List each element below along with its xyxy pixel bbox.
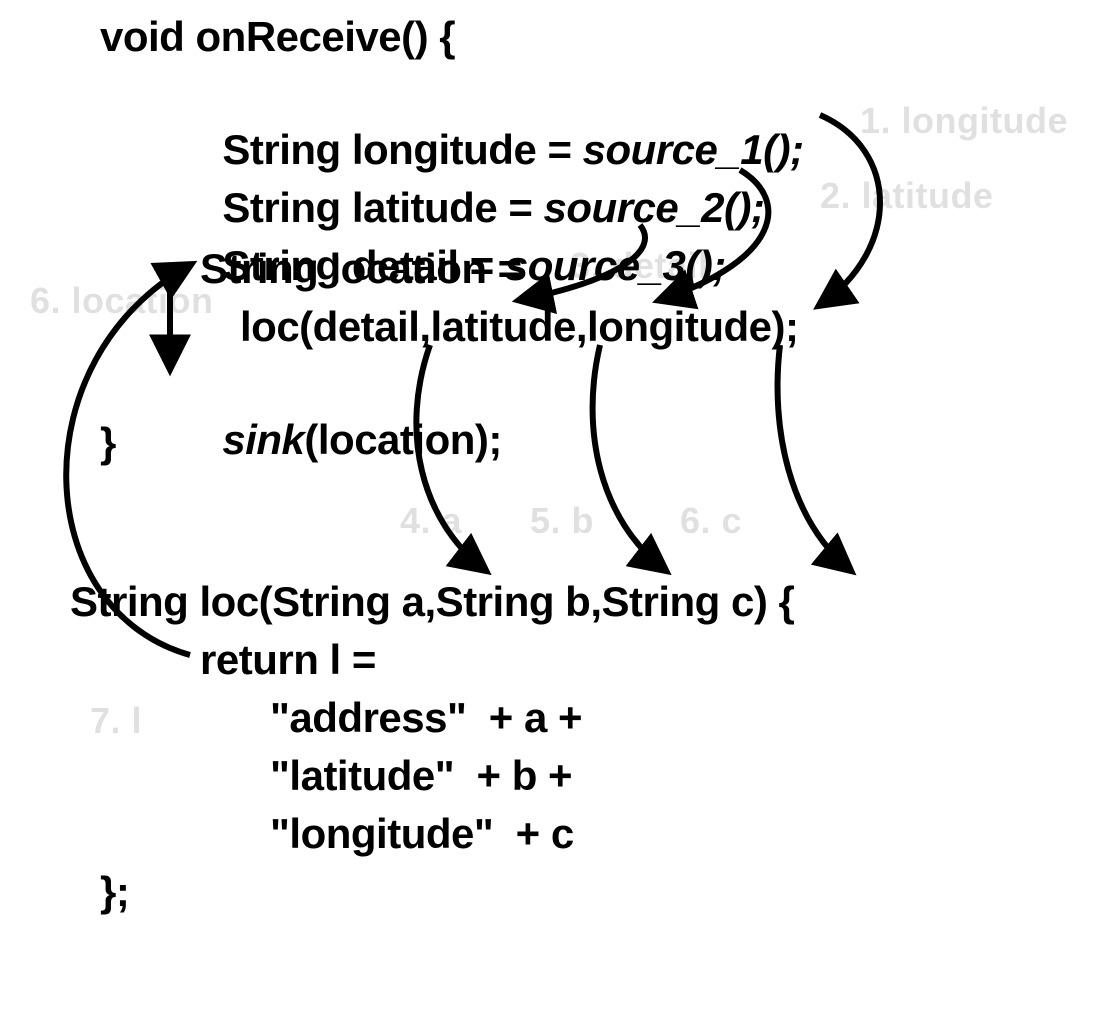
- label-detail: 3. detail: [570, 245, 709, 287]
- label-longitude: 1. longitude: [860, 100, 1068, 142]
- loc-close: };: [100, 865, 129, 920]
- label-a: 4. a: [400, 500, 462, 542]
- line-loc-call: loc(detail,latitude,longitude);: [240, 300, 798, 355]
- sink-call: sink: [222, 416, 304, 463]
- loc-line-b: "latitude" + b +: [270, 749, 572, 804]
- arrow-latitude-to-b: [593, 345, 665, 570]
- line-location-decl: String location =: [200, 242, 522, 297]
- arrow-longitude-to-c: [778, 345, 850, 570]
- sink-arg: (location);: [304, 416, 501, 463]
- loc-return: return l =: [200, 633, 376, 688]
- label-location: 6. location: [30, 280, 214, 322]
- label-l: 7. l: [90, 700, 142, 742]
- line-sink: sink(location);: [200, 358, 502, 467]
- loc-signature: String loc(String a,String b,String c) {: [70, 575, 794, 630]
- onreceive-close: }: [100, 416, 116, 471]
- label-latitude: 2. latitude: [820, 175, 994, 217]
- label-c: 6. c: [680, 500, 742, 542]
- loc-line-c: "longitude" + c: [270, 807, 574, 862]
- onreceive-signature: void onReceive() {: [100, 10, 455, 65]
- label-b: 5. b: [530, 500, 594, 542]
- loc-line-a: "address" + a +: [270, 691, 582, 746]
